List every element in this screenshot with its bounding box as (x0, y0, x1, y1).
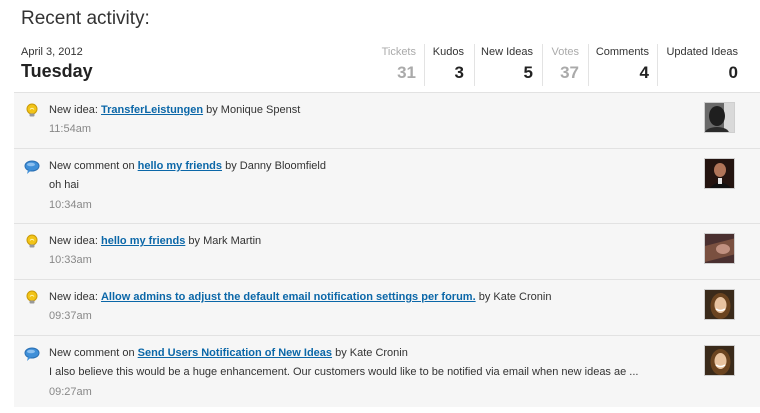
stat-label: Kudos (432, 46, 464, 58)
avatar[interactable] (704, 345, 735, 376)
stat-value: 4 (639, 63, 649, 82)
stat-label: Comments (595, 46, 649, 58)
stat-tickets[interactable]: Tickets 31 (382, 46, 416, 83)
stat-divider (588, 44, 589, 86)
date-weekday: Tuesday (21, 61, 93, 81)
stat-label: Tickets (381, 46, 416, 58)
lightbulb-icon (24, 103, 40, 119)
stat-votes[interactable]: Votes 37 (551, 46, 579, 83)
avatar[interactable] (704, 289, 735, 320)
activity-prefix: New idea: (49, 104, 98, 116)
stat-value: 37 (560, 63, 579, 82)
stat-value: 0 (728, 63, 738, 82)
activity-prefix: New idea: (49, 235, 98, 247)
activity-prefix: New comment on (49, 160, 135, 172)
stat-divider (542, 44, 543, 86)
activity-item: New comment on Send Users Notification o… (14, 335, 760, 407)
idea-link[interactable]: Send Users Notification of New Ideas (138, 347, 332, 359)
activity-time: 10:34am (49, 199, 92, 211)
activity-item: New comment on hello my friends by Danny… (14, 148, 760, 223)
stat-divider (424, 44, 425, 86)
stat-divider (474, 44, 475, 86)
speech-bubble-icon (24, 159, 40, 175)
idea-link[interactable]: TransferLeistungen (101, 104, 203, 116)
stat-updated-ideas[interactable]: Updated Ideas 0 (666, 46, 738, 83)
avatar[interactable] (704, 233, 735, 264)
idea-link[interactable]: hello my friends (138, 160, 222, 172)
avatar[interactable] (704, 102, 735, 133)
activity-time: 09:27am (49, 386, 92, 398)
stat-new-ideas[interactable]: New Ideas 5 (481, 46, 533, 83)
activity-author: by Kate Cronin (478, 291, 552, 303)
stat-kudos[interactable]: Kudos 3 (433, 46, 464, 83)
stat-label: Updated Ideas (666, 46, 738, 58)
avatar[interactable] (704, 158, 735, 189)
activity-feed: New idea: TransferLeistungen by Monique … (14, 92, 760, 407)
activity-summary: New comment on Send Users Notification o… (49, 347, 408, 359)
activity-author: by Kate Cronin (335, 347, 408, 359)
date-full: April 3, 2012 (21, 46, 83, 58)
activity-time: 11:54am (49, 123, 91, 135)
activity-author: by Monique Spenst (206, 104, 301, 116)
activity-summary: New idea: hello my friends by Mark Marti… (49, 235, 261, 247)
activity-prefix: New comment on (49, 347, 135, 359)
idea-link[interactable]: Allow admins to adjust the default email… (101, 291, 476, 303)
comment-excerpt: I also believe this would be a huge enha… (49, 366, 639, 378)
comment-excerpt: oh hai (49, 179, 79, 191)
lightbulb-icon (24, 290, 40, 306)
date-block: April 3, 2012 Tuesday (21, 46, 93, 82)
section-title: Recent activity: (21, 8, 150, 29)
stat-value: 31 (397, 63, 416, 82)
activity-item: New idea: hello my friends by Mark Marti… (14, 223, 760, 279)
speech-bubble-icon (24, 346, 40, 362)
activity-summary: New comment on hello my friends by Danny… (49, 160, 326, 172)
activity-time: 10:33am (49, 254, 92, 266)
activity-summary: New idea: TransferLeistungen by Monique … (49, 104, 300, 116)
stat-value: 3 (454, 63, 464, 82)
activity-prefix: New idea: (49, 291, 98, 303)
stat-value: 5 (523, 63, 533, 82)
lightbulb-icon (24, 234, 40, 250)
stat-label: New Ideas (481, 46, 533, 58)
activity-time: 09:37am (49, 310, 92, 322)
stat-divider (657, 44, 658, 86)
activity-item: New idea: Allow admins to adjust the def… (14, 279, 760, 335)
activity-item: New idea: TransferLeistungen by Monique … (14, 92, 760, 148)
stat-comments[interactable]: Comments 4 (596, 46, 649, 83)
activity-author: by Danny Bloomfield (225, 160, 326, 172)
idea-link[interactable]: hello my friends (101, 235, 185, 247)
activity-author: by Mark Martin (188, 235, 262, 247)
activity-summary: New idea: Allow admins to adjust the def… (49, 291, 551, 303)
stat-label: Votes (551, 46, 579, 58)
